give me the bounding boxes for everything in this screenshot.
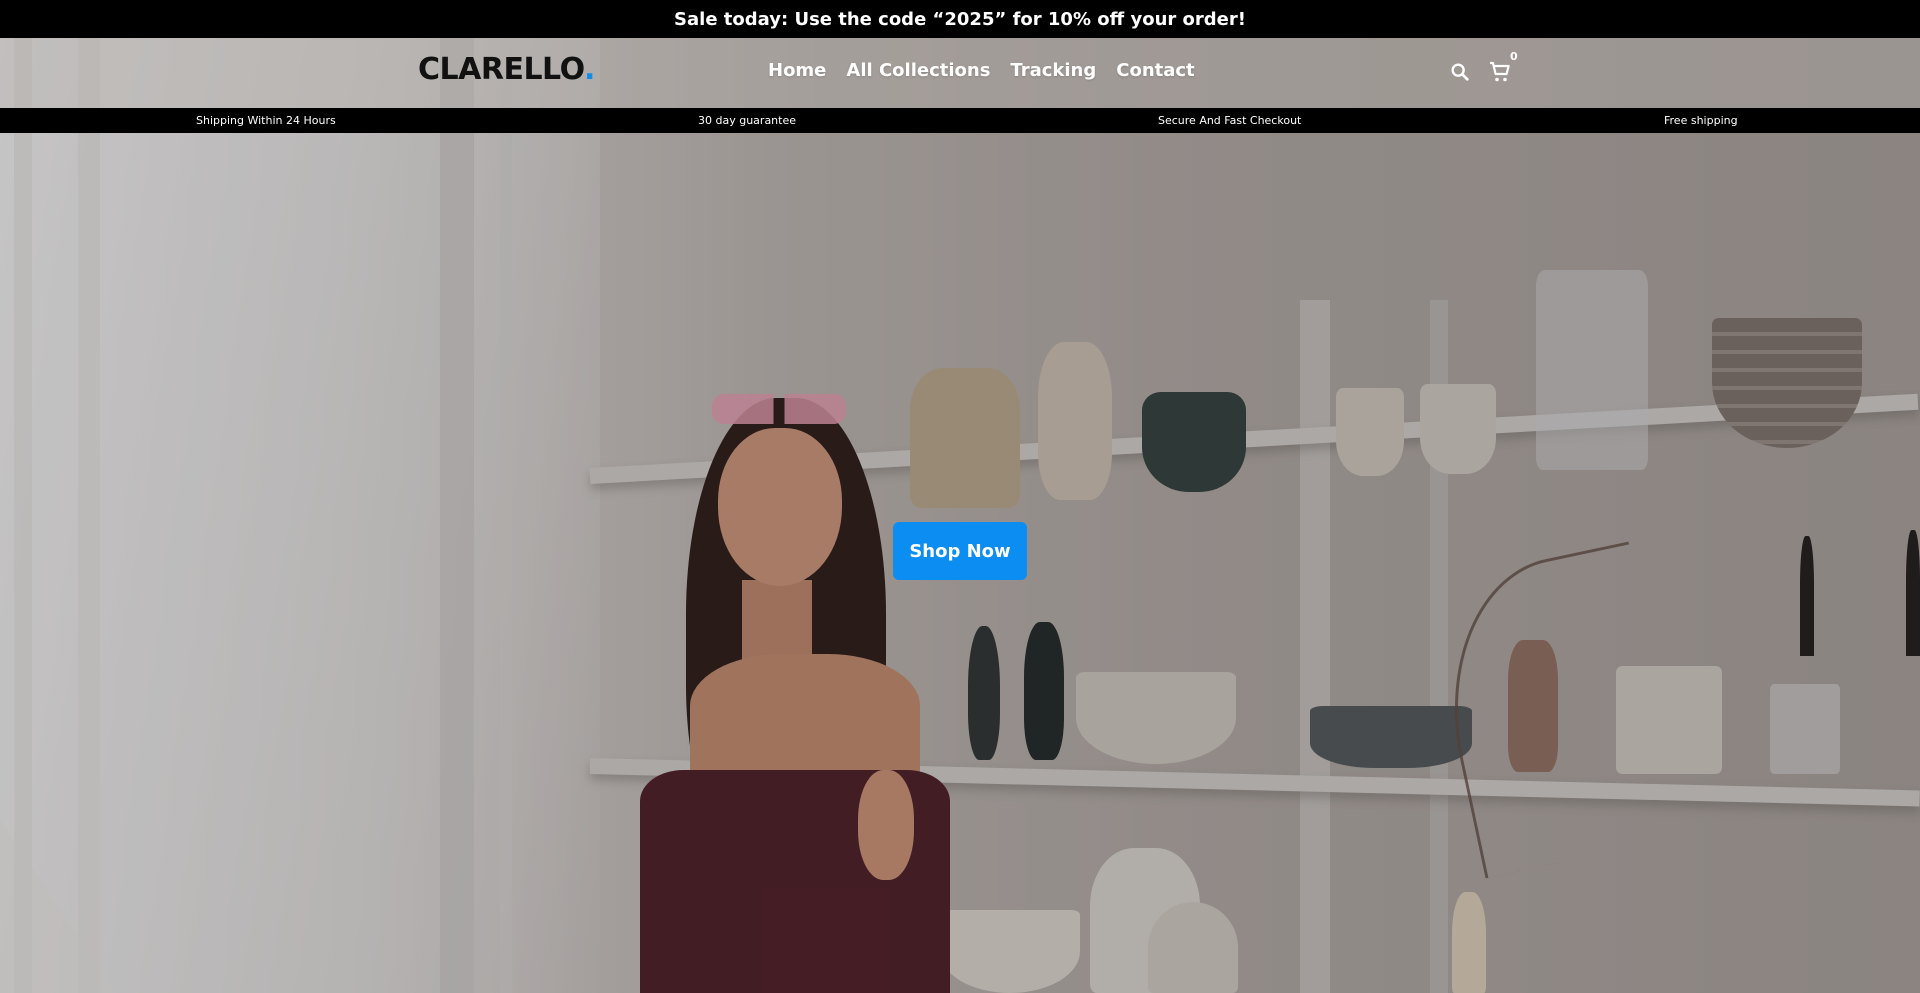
nav-home[interactable]: Home [768,60,826,81]
main-nav: Home All Collections Tracking Contact [768,60,1195,81]
cart-count-badge: 0 [1510,50,1518,63]
logo[interactable]: CLARELLO. [418,52,595,87]
logo-dot: . [583,52,595,87]
logo-text: CLARELLO [418,52,584,87]
search-icon [1451,63,1469,81]
feature-free-shipping: Free shipping [1664,114,1738,127]
cart-icon [1490,61,1510,82]
features-bar: Shipping Within 24 Hours 30 day guarante… [0,108,1920,133]
site-header: CLARELLO. Home All Collections Tracking … [0,38,1920,108]
search-button[interactable] [1446,58,1474,86]
announcement-bar: Sale today: Use the code “2025” for 10% … [0,0,1920,38]
feature-guarantee: 30 day guarantee [698,114,797,127]
shop-now-button[interactable]: Shop Now [893,522,1027,580]
feature-shipping: Shipping Within 24 Hours [196,114,336,127]
nav-contact[interactable]: Contact [1116,60,1194,81]
nav-tracking[interactable]: Tracking [1010,60,1096,81]
nav-all-collections[interactable]: All Collections [846,60,990,81]
hero-background-image [0,0,1920,993]
feature-checkout: Secure And Fast Checkout [1158,114,1302,127]
announcement-text: Sale today: Use the code “2025” for 10% … [674,8,1246,30]
hero-overlay [0,0,1920,993]
